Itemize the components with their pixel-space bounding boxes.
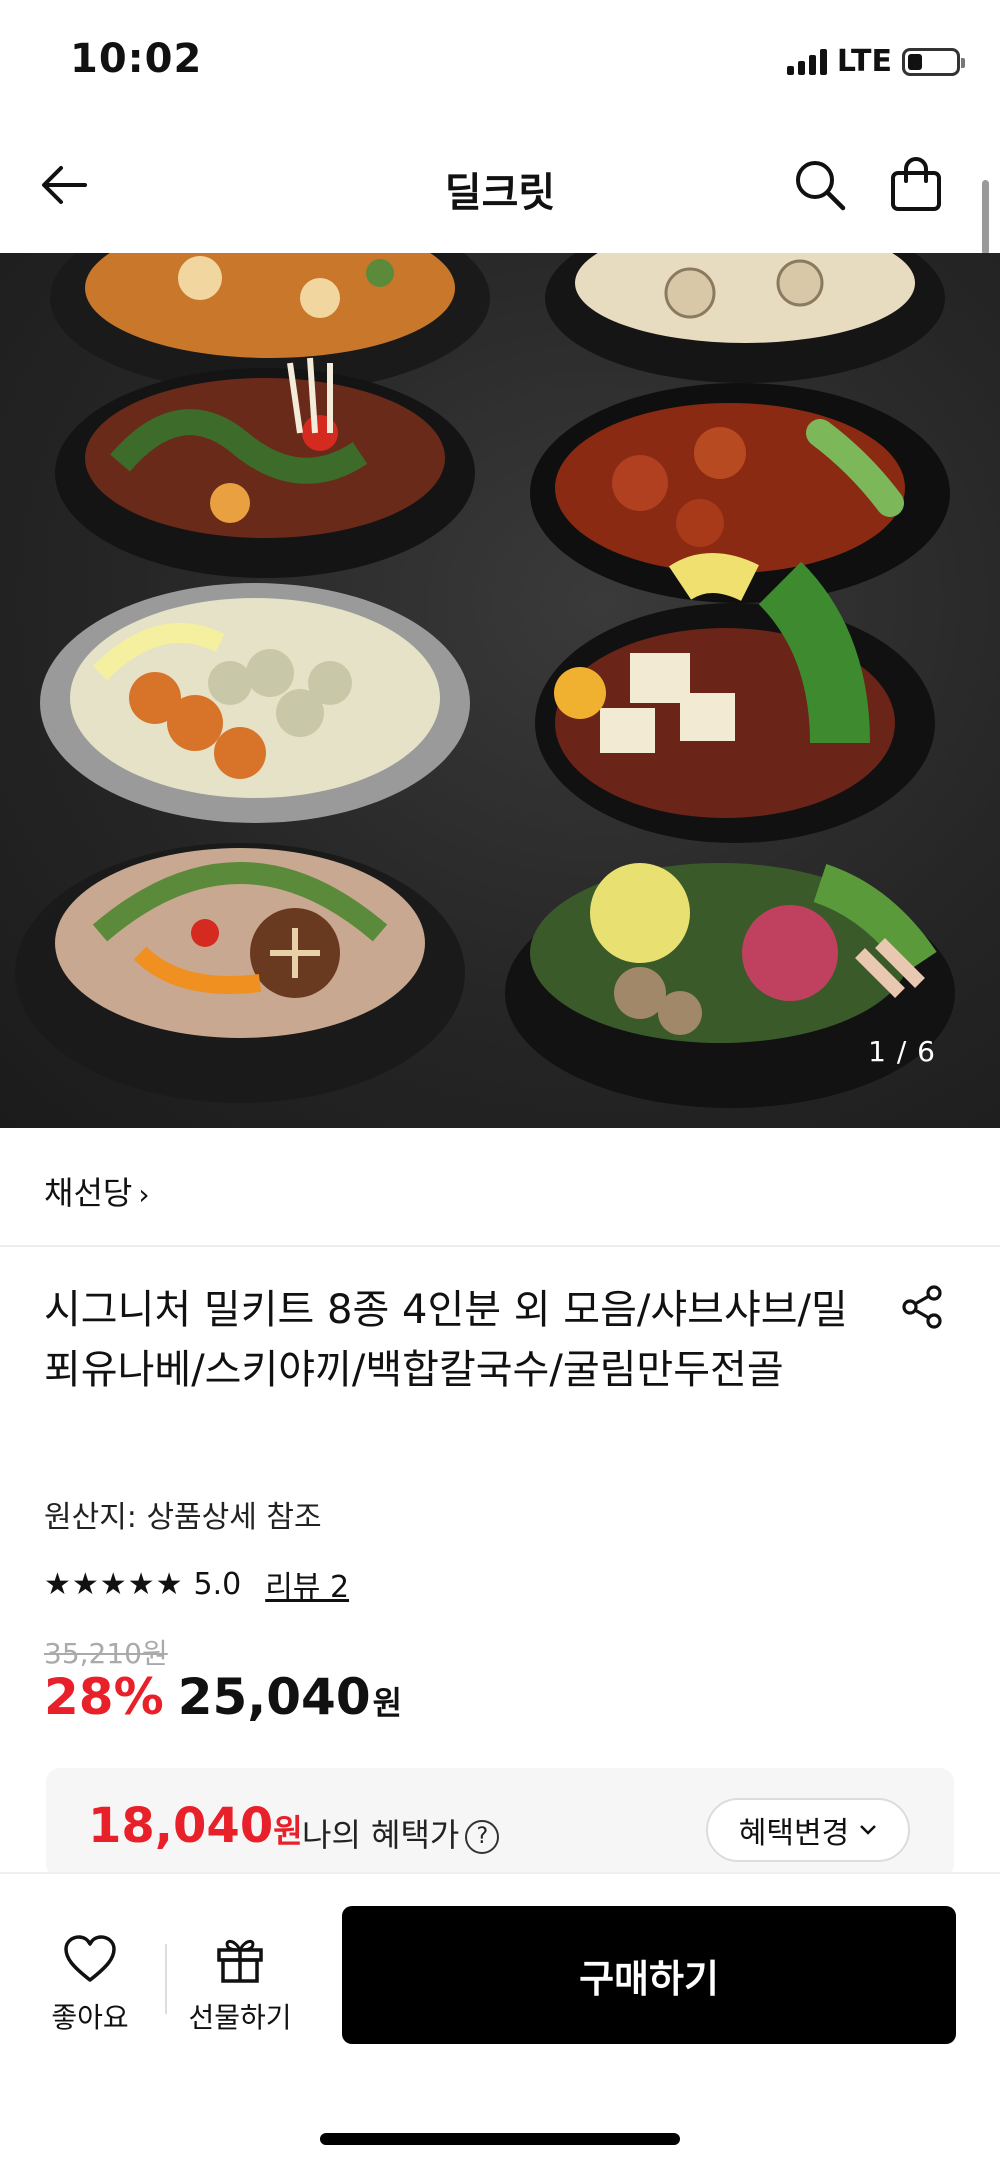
price-row: 28% 25,040 원	[44, 1668, 402, 1726]
status-indicators: LTE	[786, 44, 965, 79]
home-indicator[interactable]	[320, 2133, 680, 2145]
benefit-label: 나의 혜택가?	[302, 1810, 500, 1856]
gift-button[interactable]: 선물하기	[180, 1934, 300, 2036]
seller-link[interactable]: 채선당 ›	[44, 1168, 150, 1214]
change-benefit-label: 혜택변경	[738, 1816, 850, 1851]
sale-price: 25,040	[177, 1668, 371, 1726]
star-rating-icon: ★★★★★	[44, 1566, 184, 1602]
network-label: LTE	[836, 44, 892, 79]
benefit-currency: 원	[273, 1812, 303, 1850]
scrollbar[interactable]	[982, 180, 989, 255]
divider	[0, 1245, 1000, 1247]
like-button[interactable]: 좋아요	[40, 1934, 140, 2036]
review-link[interactable]: 리뷰 2	[265, 1562, 349, 1606]
original-price: 35,210원	[44, 1637, 168, 1670]
benefit-price-value: 18,040	[88, 1798, 274, 1854]
hot-pot-dishes-image	[15, 253, 955, 1108]
benefit-price-box: 18,040원 나의 혜택가? 혜택변경	[46, 1768, 954, 1878]
like-label: 좋아요	[51, 2001, 129, 2034]
status-time: 10:02	[70, 36, 203, 82]
help-icon[interactable]: ?	[465, 1820, 500, 1854]
gift-label: 선물하기	[188, 2001, 292, 2034]
benefit-price: 18,040원	[88, 1798, 303, 1854]
heart-icon	[64, 1935, 116, 1982]
rating-score: 5.0	[193, 1566, 242, 1602]
bottom-action-bar: 좋아요 선물하기 구매하기	[0, 1872, 1000, 2167]
buy-button[interactable]: 구매하기	[342, 1906, 956, 2044]
top-nav: 딜크릿	[0, 125, 1000, 253]
change-benefit-button[interactable]: 혜택변경	[706, 1798, 910, 1862]
search-icon[interactable]	[790, 155, 850, 215]
currency-label: 원	[372, 1684, 403, 1722]
battery-icon	[902, 47, 965, 76]
rating-row: ★★★★★ 5.0 리뷰 2	[44, 1562, 349, 1606]
chevron-right-icon: ›	[138, 1178, 150, 1211]
product-title: 시그니처 밀키트 8종 4인분 외 모음/샤브샤브/밀푀유나베/스키야끼/백합칼…	[44, 1287, 848, 1393]
image-counter: 1 / 6	[868, 1035, 936, 1068]
chevron-down-icon	[860, 1825, 877, 1835]
share-icon[interactable]	[898, 1282, 948, 1332]
shopping-bag-icon[interactable]	[884, 153, 948, 217]
discount-rate: 28%	[44, 1668, 164, 1726]
origin-info: 원산지: 상품상세 참조	[44, 1500, 322, 1535]
benefit-label-text: 나의 혜택가	[302, 1816, 460, 1854]
signal-icon	[786, 48, 827, 75]
divider	[165, 1944, 167, 2014]
page-title: 딜크릿	[444, 170, 556, 216]
gift-icon	[217, 1939, 263, 1983]
product-image-gallery[interactable]: 1 / 6	[0, 253, 1000, 1128]
seller-name: 채선당	[44, 1174, 133, 1212]
status-bar: 10:02 LTE	[0, 0, 1000, 125]
